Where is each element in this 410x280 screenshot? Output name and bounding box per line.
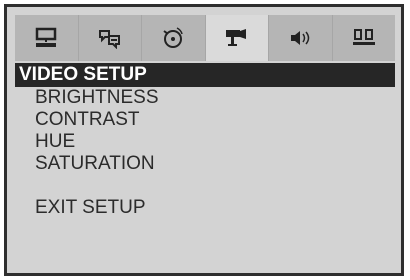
setup-icon-bar <box>15 15 395 61</box>
tab-general-setup[interactable] <box>15 15 79 61</box>
tab-audio-setup[interactable] <box>142 15 206 61</box>
video-setup-menu: BRIGHTNESS CONTRAST HUE SATURATION EXIT … <box>35 87 159 219</box>
tab-speaker-setup[interactable] <box>269 15 333 61</box>
video-camera-icon <box>225 29 246 46</box>
menu-title: VIDEO SETUP <box>15 63 395 87</box>
menu-item-saturation[interactable]: SATURATION <box>35 153 159 175</box>
speaker-icon <box>291 31 310 45</box>
menu-item-contrast[interactable]: CONTRAST <box>35 109 159 131</box>
audio-disc-icon <box>163 27 183 48</box>
monitor-icon <box>36 27 57 47</box>
tab-preference-setup[interactable] <box>333 15 396 61</box>
tab-language-setup[interactable] <box>79 15 142 61</box>
setup-screen: VIDEO SETUP BRIGHTNESS CONTRAST HUE SATU… <box>4 4 404 276</box>
speaker-setup-icon <box>352 29 375 45</box>
menu-item-brightness[interactable]: BRIGHTNESS <box>35 87 159 109</box>
menu-item-hue[interactable]: HUE <box>35 131 159 153</box>
language-icon <box>98 30 120 49</box>
tab-video-setup[interactable] <box>205 15 269 61</box>
menu-item-exit-setup[interactable]: EXIT SETUP <box>35 197 159 219</box>
